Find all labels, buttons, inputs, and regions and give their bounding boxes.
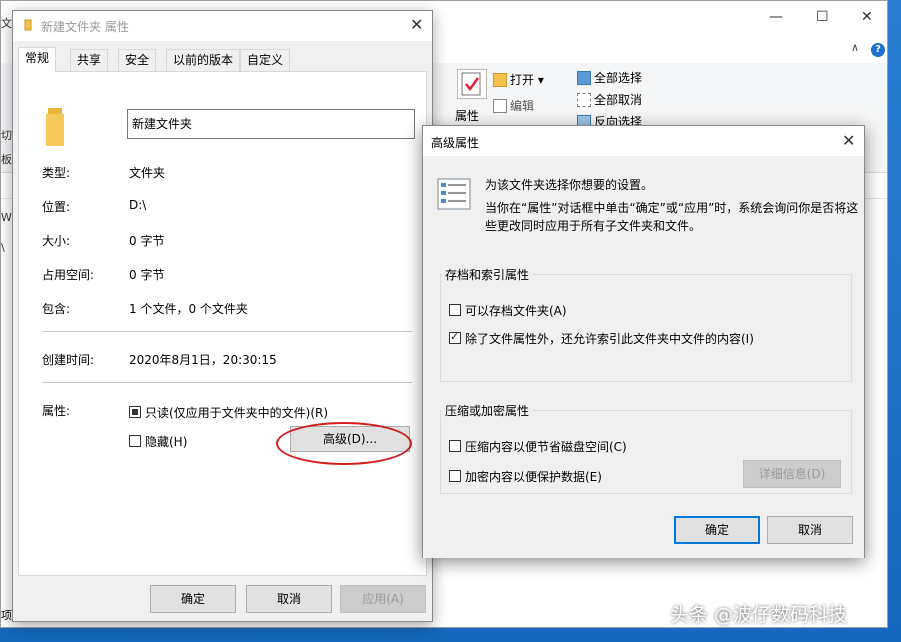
apply-button[interactable]: 应用(A) xyxy=(340,585,426,613)
divider xyxy=(42,331,412,332)
size-value: 0 字节 xyxy=(129,234,165,248)
explorer-fragment: 板 xyxy=(1,153,12,166)
close-icon[interactable]: ✕ xyxy=(842,131,855,150)
select-all-icon xyxy=(577,71,591,85)
type-label: 类型: xyxy=(42,166,71,180)
close-icon[interactable]: ✕ xyxy=(861,9,873,25)
advanced-titlebar[interactable]: 高级属性 ✕ xyxy=(423,126,864,156)
edit-icon xyxy=(493,99,507,113)
archive-index-group xyxy=(440,274,852,382)
archive-group-title: 存档和索引属性 xyxy=(442,266,533,283)
compress-group-title: 压缩或加密属性 xyxy=(442,402,533,419)
created-value: 2020年8月1日，20:30:15 xyxy=(129,353,277,367)
dialog-title: 新建文件夹 属性 xyxy=(41,20,129,34)
compress-checkbox[interactable] xyxy=(449,440,461,452)
properties-icon xyxy=(457,69,487,99)
watermark: 头条 @波仔数码科技 xyxy=(670,604,848,626)
select-none-icon xyxy=(577,93,591,107)
tab-previous-versions[interactable]: 以前的版本 xyxy=(166,49,241,71)
size-label: 大小: xyxy=(42,234,71,248)
archive-label: 可以存档文件夹(A) xyxy=(465,304,567,318)
intro-text: 为该文件夹选择你想要的设置。 xyxy=(485,178,654,192)
index-checkbox[interactable] xyxy=(449,330,461,344)
cancel-button[interactable]: 取消 xyxy=(246,585,332,613)
highlight-annotation xyxy=(276,422,412,465)
explorer-fragment: 切 xyxy=(1,129,12,142)
explorer-fragment: \ xyxy=(1,241,5,254)
dialog-title: 高级属性 xyxy=(431,136,480,150)
attributes-label: 属性: xyxy=(42,404,71,418)
tab-general[interactable]: 常规 xyxy=(18,47,57,72)
details-button[interactable]: 详细信息(D) xyxy=(743,460,841,488)
hidden-label: 隐藏(H) xyxy=(145,435,188,449)
encrypt-label: 加密内容以便保护数据(E) xyxy=(465,470,602,484)
close-icon[interactable]: ✕ xyxy=(410,15,423,34)
size-on-disk-value: 0 字节 xyxy=(129,268,165,282)
general-panel: 新建文件夹 类型: 文件夹 位置: D:\ 大小: 0 字节 占用空间: 0 字… xyxy=(18,71,427,576)
properties-ribbon-button[interactable]: 属性 xyxy=(455,107,479,124)
properties-titlebar[interactable]: 新建文件夹 属性 ✕ xyxy=(13,11,432,41)
minimize-icon[interactable]: — xyxy=(769,9,783,25)
explorer-fragment: 文 xyxy=(1,17,12,30)
location-label: 位置: xyxy=(42,200,71,214)
edit-ribbon-button[interactable]: 编辑 xyxy=(493,97,534,114)
folder-icon xyxy=(46,108,64,146)
ok-button[interactable]: 确定 xyxy=(674,516,760,544)
size-on-disk-label: 占用空间: xyxy=(42,268,95,282)
advanced-attributes-dialog: 高级属性 ✕ 为该文件夹选择你想要的设置。 当你在“属性”对话框中单击“确定”或… xyxy=(422,125,865,558)
location-value: D:\ xyxy=(129,198,147,212)
maximize-icon[interactable]: ☐ xyxy=(816,9,829,25)
folder-icon xyxy=(24,19,32,31)
readonly-label: 只读(仅应用于文件夹中的文件)(R) xyxy=(145,406,329,420)
tab-customize[interactable]: 自定义 xyxy=(240,49,291,71)
help-icon[interactable]: ? xyxy=(871,43,885,57)
advanced-body: 为该文件夹选择你想要的设置。 当你在“属性”对话框中单击“确定”或“应用”时，系… xyxy=(423,156,864,558)
cancel-button[interactable]: 取消 xyxy=(767,516,853,544)
readonly-checkbox[interactable] xyxy=(129,406,141,418)
open-ribbon-button[interactable]: 打开 ▾ xyxy=(493,71,544,88)
description-line-1: 当你在“属性”对话框中单击“确定”或“应用”时，系统会询问你是否将这 xyxy=(485,201,859,215)
hidden-checkbox[interactable] xyxy=(129,435,141,447)
tab-sharing[interactable]: 共享 xyxy=(70,49,109,71)
select-none-button[interactable]: 全部取消 xyxy=(577,91,642,108)
folder-name-input[interactable]: 新建文件夹 xyxy=(127,109,415,139)
ribbon-collapse-icon[interactable]: ∧ xyxy=(851,41,859,54)
ok-button[interactable]: 确定 xyxy=(150,585,236,613)
tab-security[interactable]: 安全 xyxy=(118,49,157,71)
contains-label: 包含: xyxy=(42,302,71,316)
checklist-icon xyxy=(437,178,471,210)
index-label: 除了文件属性外，还允许索引此文件夹中文件的内容(I) xyxy=(465,332,754,346)
contains-value: 1 个文件，0 个文件夹 xyxy=(129,302,248,316)
compress-label: 压缩内容以便节省磁盘空间(C) xyxy=(465,440,627,454)
created-label: 创建时间: xyxy=(42,353,95,367)
description-line-2: 些更改同时应用于所有子文件夹和文件。 xyxy=(485,219,702,233)
encrypt-checkbox[interactable] xyxy=(449,470,461,482)
select-all-button[interactable]: 全部选择 xyxy=(577,69,642,86)
folder-open-icon xyxy=(493,73,507,87)
type-value: 文件夹 xyxy=(129,166,166,180)
properties-dialog: 新建文件夹 属性 ✕ 常规 共享 安全 以前的版本 自定义 新建文件夹 类型: … xyxy=(12,10,433,622)
archive-checkbox[interactable] xyxy=(449,304,461,316)
explorer-fragment: 项 xyxy=(1,609,12,622)
divider xyxy=(42,382,412,383)
